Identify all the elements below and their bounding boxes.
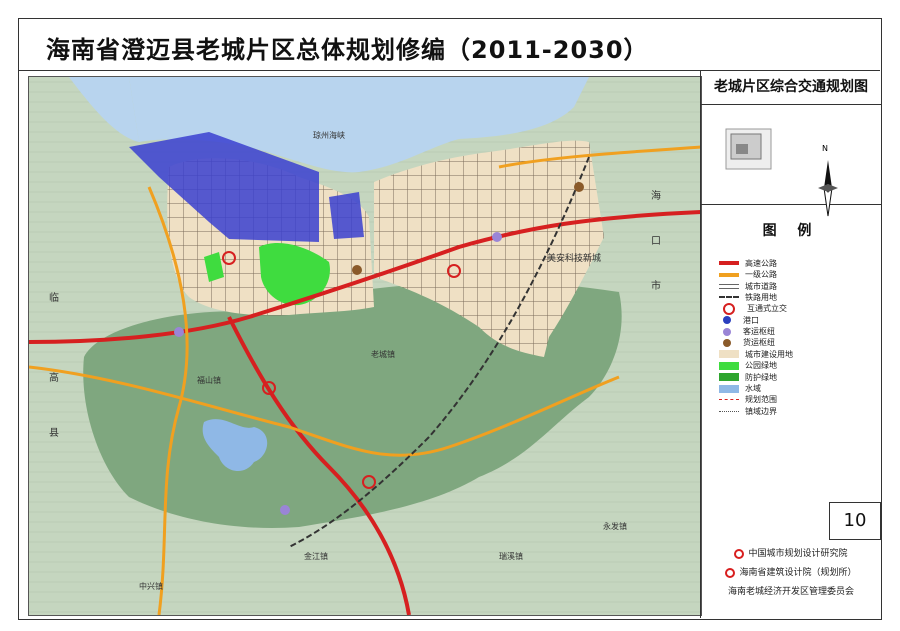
legend-swatch xyxy=(719,384,739,393)
legend-label: 客运枢纽 xyxy=(743,327,775,337)
legend-label: 货运枢纽 xyxy=(743,338,775,348)
map-svg xyxy=(29,77,701,615)
legend-swatch xyxy=(723,338,731,347)
legend-label: 互通式立交 xyxy=(747,304,787,314)
label-lingao-3: 县 xyxy=(49,428,59,439)
credits: 中国城市规划设计研究院 海南省建筑设计院（规划所） 海南老城经济开发区管理委员会 xyxy=(701,545,881,602)
legend-swatch xyxy=(719,261,739,266)
label-town-zhongxing: 中兴镇 xyxy=(139,582,163,591)
legend-item: 水域 xyxy=(719,383,793,394)
label-town-laocheng: 老城镇 xyxy=(371,350,395,359)
legend-swatch xyxy=(719,410,739,412)
port-zone-east xyxy=(329,192,364,239)
legend-label: 防护绿地 xyxy=(745,372,777,382)
label-haikou-1: 海 xyxy=(651,191,661,202)
legend-swatch xyxy=(719,283,739,289)
legend: 高速公路一级公路 城市道路 铁路用地互通式立交 港口客运枢纽 货运枢纽 城市建设用地 公园绿… xyxy=(719,258,793,417)
legend-swatch xyxy=(719,361,739,370)
label-lingao-1: 临 xyxy=(49,293,59,304)
legend-label: 高速公路 xyxy=(745,258,777,268)
legend-item: 城市建设用地 xyxy=(719,349,793,360)
legend-swatch xyxy=(719,272,739,277)
label-haikou-3: 市 xyxy=(651,281,661,292)
label-tech-city: 美安科技新城 xyxy=(547,254,602,264)
legend-label: 城市建设用地 xyxy=(745,349,793,359)
label-town-yongfa: 永发镇 xyxy=(603,522,627,531)
legend-label: 港口 xyxy=(743,315,759,325)
legend-item: 港口 xyxy=(719,315,793,326)
legend-heading: 图 例 xyxy=(762,223,820,239)
legend-item: 货运枢纽 xyxy=(719,338,793,349)
freight-hub xyxy=(352,265,362,275)
label-town-jinjiang: 金江镇 xyxy=(304,552,328,561)
legend-swatch xyxy=(719,373,739,382)
north-arrow-icon xyxy=(818,160,838,217)
label-town-fushan: 福山镇 xyxy=(197,376,221,385)
locator-box: N xyxy=(701,104,881,217)
legend-label: 公园绿地 xyxy=(745,361,777,371)
credit-line: 海南老城经济开发区管理委员会 xyxy=(727,587,854,597)
label-strait: 琼州海峡 xyxy=(313,131,345,140)
label-town-ruixi: 瑞溪镇 xyxy=(499,552,523,561)
legend-item: 城市道路 xyxy=(719,281,793,292)
legend-label: 铁路用地 xyxy=(745,292,777,302)
legend-item: 镇域边界 xyxy=(719,406,793,417)
legend-item: 公园绿地 xyxy=(719,361,793,372)
label-lingao-2: 高 xyxy=(49,373,59,384)
legend-label: 水域 xyxy=(745,384,761,394)
credit-line: 海南省建筑设计院（规划所） xyxy=(701,564,881,583)
legend-item: 一级公路 xyxy=(719,269,793,280)
legend-label: 城市道路 xyxy=(745,281,777,291)
map-title: 老城片区综合交通规划图 xyxy=(701,70,881,105)
legend-item: 互通式立交 xyxy=(719,302,793,315)
legend-swatch xyxy=(723,316,731,325)
institute-logo-icon xyxy=(734,548,745,559)
legend-item: 铁路用地 xyxy=(719,292,793,303)
legend-swatch xyxy=(719,296,739,299)
label-haikou-2: 口 xyxy=(651,236,661,247)
legend-swatch xyxy=(719,399,739,401)
title-bar: 海南省澄迈县老城片区总体规划修编（2011-2030） xyxy=(18,18,880,71)
legend-label: 规划范围 xyxy=(745,395,777,405)
design-institute-logo-icon xyxy=(725,567,736,578)
legend-item: 规划范围 xyxy=(719,395,793,406)
sidebar: 老城片区综合交通规划图 N 图 例 高速公路一级公路 城市道路 铁路用地互通式立交港… xyxy=(700,70,881,618)
passenger-hub xyxy=(174,327,184,337)
legend-label: 镇域边界 xyxy=(745,406,777,416)
legend-label: 一级公路 xyxy=(745,270,777,280)
legend-item: 客运枢纽 xyxy=(719,326,793,337)
legend-item: 高速公路 xyxy=(719,258,793,269)
locator-inset xyxy=(725,128,772,170)
legend-swatch xyxy=(723,327,731,336)
page-title: 海南省澄迈县老城片区总体规划修编（2011-2030） xyxy=(46,36,649,64)
page-number: 10 xyxy=(829,502,881,540)
legend-swatch xyxy=(719,350,739,359)
map-canvas[interactable]: 琼州海峡 美安科技新城 老城镇 福山镇 金江镇 瑞溪镇 永发镇 中兴镇 海 口 … xyxy=(28,76,702,616)
north-label: N xyxy=(822,144,828,153)
legend-swatch xyxy=(723,302,735,315)
legend-item: 防护绿地 xyxy=(719,372,793,383)
credit-line: 中国城市规划设计研究院 xyxy=(701,545,881,564)
